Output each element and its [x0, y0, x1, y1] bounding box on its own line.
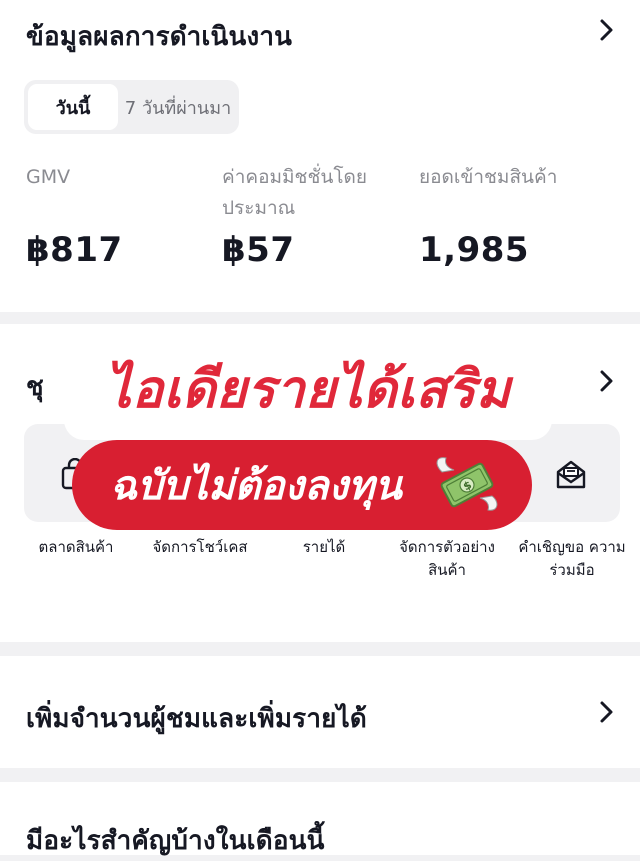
metric-product-views-value: 1,985 [419, 230, 530, 270]
performance-title: ข้อมูลผลการดำเนินงาน [26, 22, 293, 52]
tool-label-showcase[interactable]: จัดการโชว์เคส [136, 536, 264, 559]
grow-title: เพิ่มจำนวนผู้ชมและเพิ่มรายได้ [26, 704, 367, 734]
tab-today[interactable]: วันนี้ [28, 84, 118, 130]
invitation-icon[interactable] [554, 458, 588, 492]
promo-subline: ฉบับไม่ต้องลงทุน [110, 463, 402, 509]
tool-label-marketplace[interactable]: ตลาดสินค้า [12, 536, 140, 559]
metric-gmv-label: GMV [26, 166, 71, 188]
promo-subline-pill: ฉบับไม่ต้องลงทุน $ [72, 440, 532, 530]
metric-commission-value: ฿57 [222, 230, 295, 270]
metric-commission-label: ค่าคอมมิชชั่นโดย ประมาณ [222, 166, 368, 219]
tools-title: ชุ [26, 372, 44, 402]
promo-headline: ไอเดียรายได้เสริม [105, 359, 511, 420]
money-with-wings-icon: $ [432, 450, 502, 520]
grow-chevron-right-icon[interactable] [594, 700, 618, 724]
tool-label-samples[interactable]: จัดการตัวอย่าง สินค้า [383, 536, 511, 582]
performance-card: ข้อมูลผลการดำเนินงาน วันนี้ 7 วันที่ผ่าน… [0, 0, 640, 312]
tab-last-7-days[interactable]: 7 วันที่ผ่านมา [118, 84, 238, 130]
this-month-card: มีอะไรสำคัญบ้างในเดือนนี้ [0, 782, 640, 856]
grow-audience-card[interactable]: เพิ่มจำนวนผู้ชมและเพิ่มรายได้ [0, 656, 640, 768]
tool-label-invitations[interactable]: คำเชิญขอ ความร่วมมือ [508, 536, 636, 582]
metric-product-views-label: ยอดเข้าชมสินค้า [419, 166, 558, 188]
performance-chevron-right-icon[interactable] [594, 18, 618, 42]
promo-headline-banner: ไอเดียรายได้เสริม [64, 336, 552, 440]
tool-label-income[interactable]: รายได้ [260, 536, 388, 559]
tools-chevron-right-icon[interactable] [594, 369, 618, 393]
metric-gmv-value: ฿817 [26, 230, 123, 270]
date-range-toggle: วันนี้ 7 วันที่ผ่านมา [24, 80, 239, 134]
